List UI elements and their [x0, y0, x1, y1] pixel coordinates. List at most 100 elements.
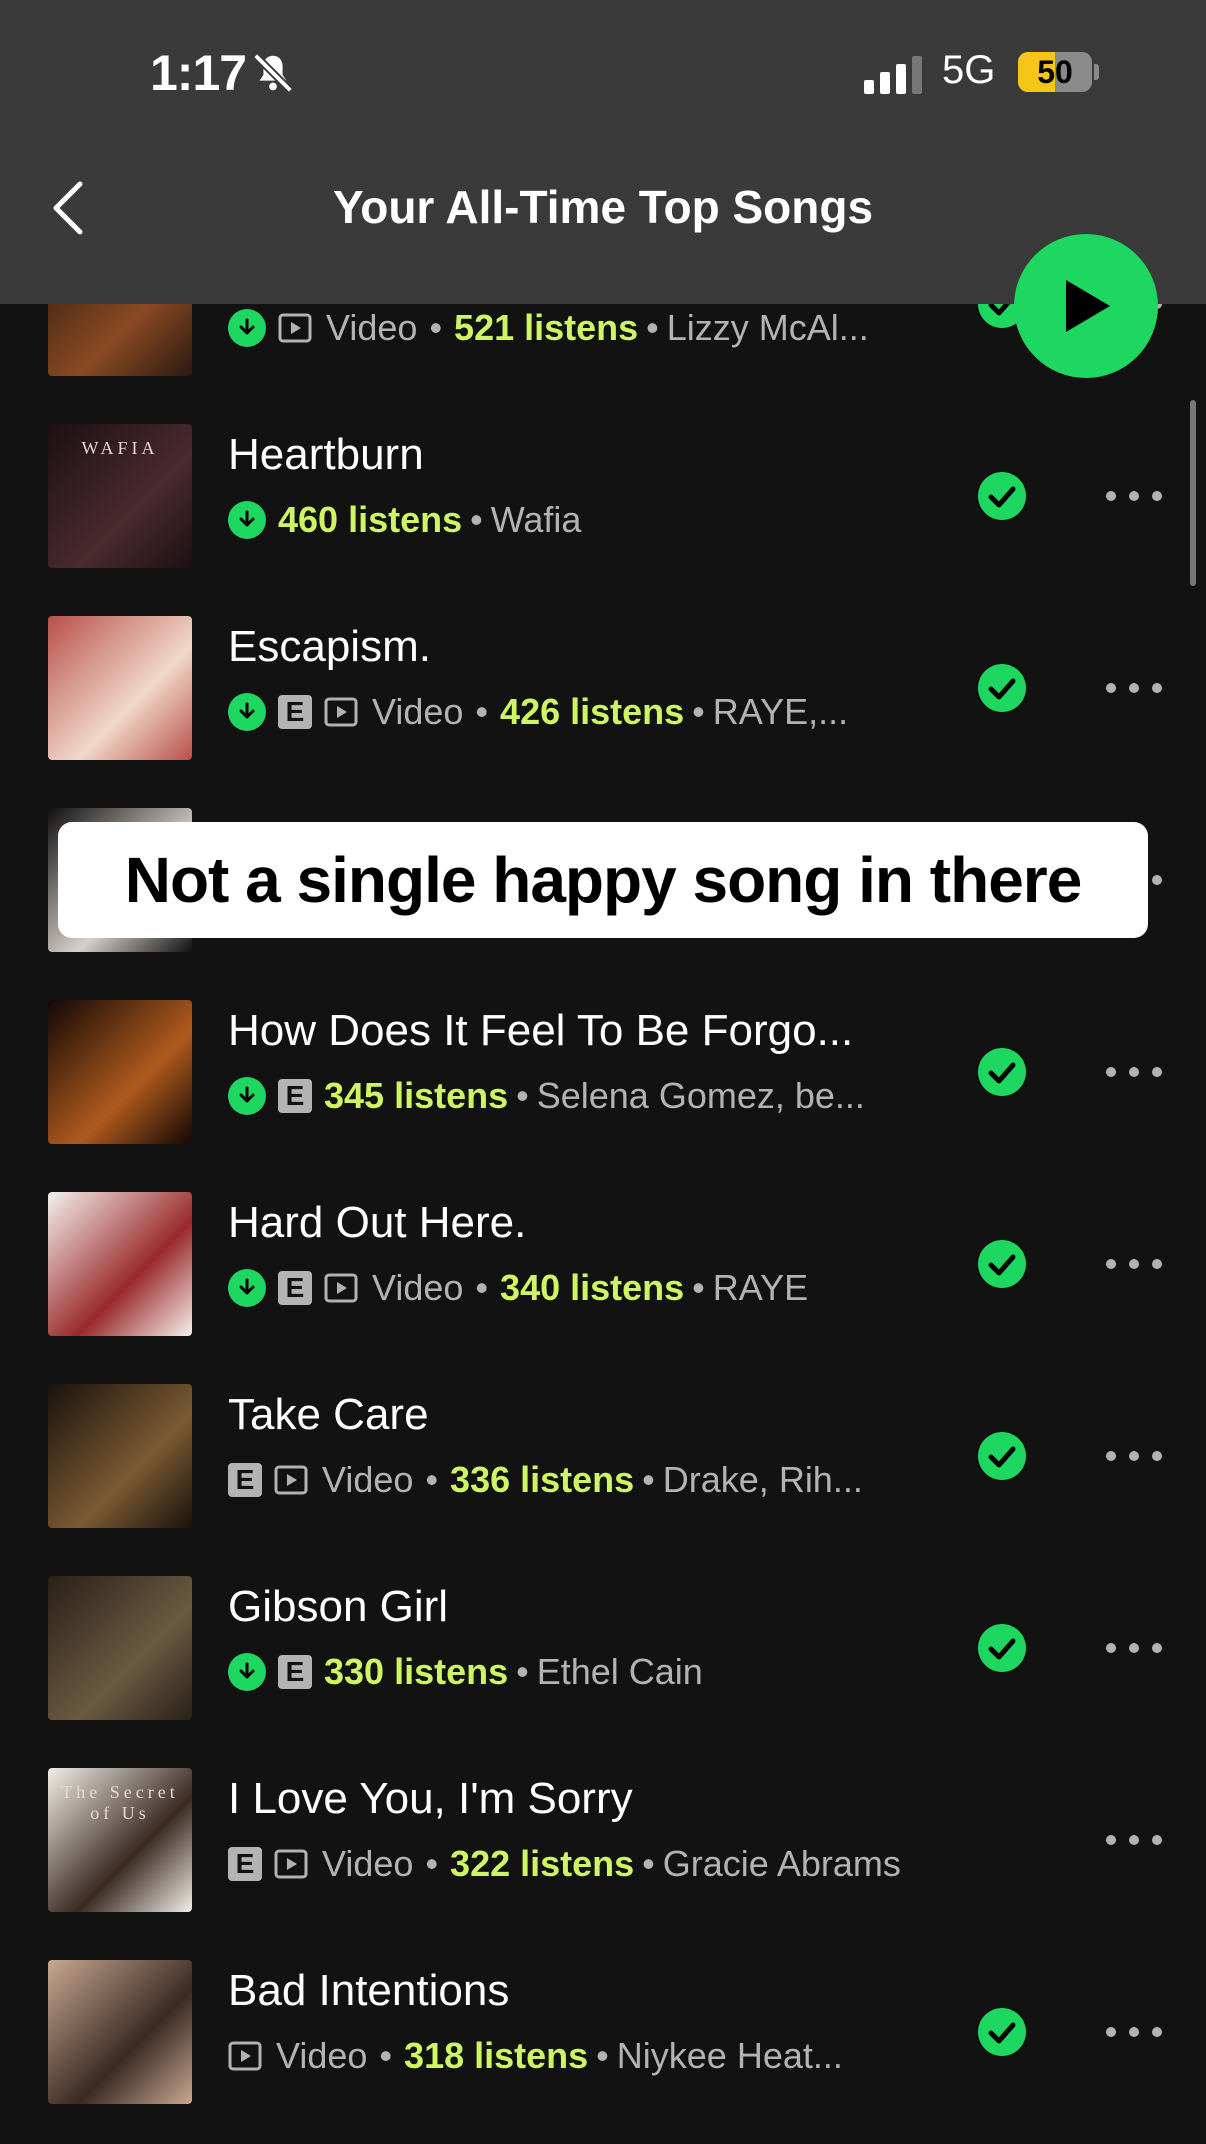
song-row[interactable]: The Secret of Us I Love You, I'm Sorry E Vi… — [0, 1744, 1206, 1936]
song-row[interactable]: Hard Out Here. E Video • 340 listens • RAYE — [0, 1168, 1206, 1360]
song-row[interactable]: Gibson Girl E 330 listens • Ethel Cain — [0, 1552, 1206, 1744]
check-circle-icon[interactable] — [978, 2008, 1026, 2056]
song-meta: 460 listens • Wafia — [228, 498, 581, 542]
dot — [1129, 2027, 1139, 2037]
video-label: Video — [322, 1459, 414, 1500]
separator: • — [646, 307, 659, 348]
song-title: How Does It Feel To Be Forgo... — [228, 1006, 854, 1055]
artist-name: Wafia — [490, 499, 582, 540]
separator: • — [425, 1843, 439, 1884]
more-options-icon[interactable] — [1106, 1062, 1162, 1082]
more-options-icon[interactable] — [1106, 1446, 1162, 1466]
song-title: I Love You, I'm Sorry — [228, 1774, 633, 1823]
explicit-badge: E — [278, 1079, 312, 1113]
play-button[interactable] — [1014, 234, 1158, 378]
video-icon — [324, 1271, 358, 1305]
check-circle-icon[interactable] — [978, 664, 1026, 712]
song-title: Gibson Girl — [228, 1582, 449, 1631]
separator: • — [692, 1267, 705, 1308]
album-cover — [48, 304, 192, 376]
dot — [1106, 1643, 1116, 1653]
song-meta: E Video • 336 listens • Drake, Rih... — [228, 1458, 863, 1502]
scrollbar[interactable] — [1190, 400, 1196, 586]
video-icon — [228, 2039, 262, 2073]
check-circle-icon[interactable] — [978, 472, 1026, 520]
song-row[interactable]: How Does It Feel To Be Forgo... E 345 list… — [0, 976, 1206, 1168]
artist-name: Selena Gomez, be... — [536, 1075, 865, 1116]
separator: • — [516, 1075, 529, 1116]
more-options-icon[interactable] — [1106, 1638, 1162, 1658]
more-options-icon[interactable] — [1106, 678, 1162, 698]
video-label: Video — [326, 307, 418, 348]
dot — [1152, 2027, 1162, 2037]
separator: • — [642, 1843, 655, 1884]
song-row[interactable]: WAFIA Heartburn 460 listens • Wafia — [0, 400, 1206, 592]
dot — [1129, 1067, 1139, 1077]
song-title: Bad Intentions — [228, 1966, 510, 2015]
album-cover — [48, 1576, 192, 1720]
downloaded-icon — [228, 693, 266, 731]
more-options-icon[interactable] — [1106, 2022, 1162, 2042]
separator: • — [429, 307, 443, 348]
song-title: Escapism. — [228, 622, 431, 671]
dot — [1152, 1259, 1162, 1269]
explicit-badge: E — [228, 1463, 262, 1497]
separator: • — [379, 2035, 393, 2076]
dot — [1129, 683, 1139, 693]
album-cover: WAFIA — [48, 424, 192, 568]
downloaded-icon — [228, 1653, 266, 1691]
song-row[interactable]: Bad Intentions Video • 318 listens • Niykee H… — [0, 1936, 1206, 2128]
artist-name: Niykee Heat... — [616, 2035, 843, 2076]
video-label: Video — [372, 691, 464, 732]
check-circle-icon[interactable] — [978, 1624, 1026, 1672]
listen-count: 322 listens — [450, 1843, 635, 1884]
dot — [1152, 491, 1162, 501]
artist-name: Ethel Cain — [536, 1651, 703, 1692]
separator: • — [692, 691, 705, 732]
listen-count: 340 listens — [500, 1267, 685, 1308]
song-title: Hard Out Here. — [228, 1198, 527, 1247]
more-options-icon[interactable] — [1106, 486, 1162, 506]
dot — [1152, 1835, 1162, 1845]
caption-overlay: Not a single happy song in there — [58, 822, 1148, 938]
check-circle-icon[interactable] — [978, 1432, 1026, 1480]
check-circle-icon[interactable] — [978, 1048, 1026, 1096]
dot — [1106, 1835, 1116, 1845]
song-row[interactable]: Take Care E Video • 336 listens • Drake, Rih..… — [0, 1360, 1206, 1552]
song-meta: E Video • 426 listens • RAYE,... — [228, 690, 848, 734]
listen-count: 460 listens — [278, 499, 463, 540]
dot — [1152, 1067, 1162, 1077]
artist-name: RAYE — [712, 1267, 809, 1308]
song-row[interactable]: Escapism. E Video • 426 listens • RAYE,... — [0, 592, 1206, 784]
battery-tip — [1094, 64, 1099, 80]
dot — [1152, 683, 1162, 693]
dot — [1129, 1643, 1139, 1653]
downloaded-icon — [228, 501, 266, 539]
dot — [1129, 1835, 1139, 1845]
dot — [1106, 1451, 1116, 1461]
battery-percent: 50 — [1037, 54, 1073, 90]
network-label: 5G — [942, 48, 996, 92]
song-meta: Video • 521 listens • Lizzy McAl... — [228, 306, 869, 350]
song-meta: E Video • 340 listens • RAYE — [228, 1266, 808, 1310]
dot — [1129, 1259, 1139, 1269]
video-label: Video — [322, 1843, 414, 1884]
page-title: Your All-Time Top Songs — [332, 181, 874, 233]
video-label: Video — [276, 2035, 368, 2076]
separator: • — [470, 499, 483, 540]
listen-count: 330 listens — [324, 1651, 509, 1692]
more-options-icon[interactable] — [1106, 1254, 1162, 1274]
explicit-badge: E — [228, 1847, 262, 1881]
more-options-icon[interactable] — [1106, 1830, 1162, 1850]
downloaded-icon — [228, 309, 266, 347]
artist-name: Drake, Rih... — [662, 1459, 863, 1500]
cover-text: WAFIA — [81, 438, 159, 458]
video-icon — [324, 695, 358, 729]
separator: • — [516, 1651, 529, 1692]
separator: • — [475, 1267, 489, 1308]
top-bar: 1:17 5G 50 Your All-Time Top Songs — [0, 0, 1206, 304]
separator: • — [425, 1459, 439, 1500]
listen-count: 318 listens — [404, 2035, 589, 2076]
check-circle-icon[interactable] — [978, 1240, 1026, 1288]
artist-name: Gracie Abrams — [662, 1843, 901, 1884]
